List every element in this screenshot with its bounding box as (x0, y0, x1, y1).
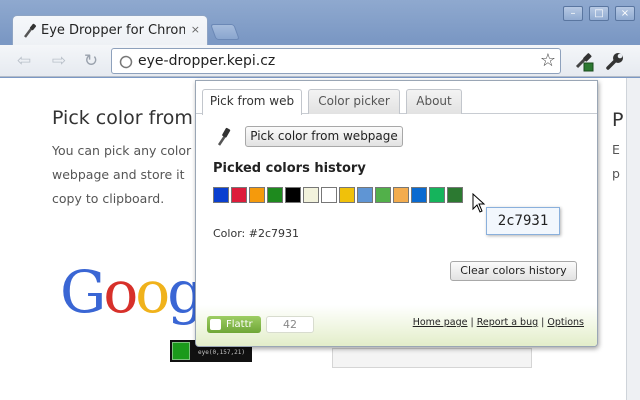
flattr-label: Flattr (226, 319, 253, 330)
flattr-icon (210, 319, 221, 330)
pick-color-button[interactable]: Pick color from webpage (245, 126, 403, 147)
tab-color-picker[interactable]: Color picker (308, 89, 400, 114)
mouse-cursor-icon (472, 193, 486, 213)
toolbar: ⇦ ⇨ ↻ eye-dropper.kepi.cz ☆ (0, 45, 640, 77)
color-swatch[interactable] (213, 187, 229, 203)
wrench-menu-icon[interactable] (604, 50, 626, 72)
home-page-link[interactable]: Home page (413, 317, 468, 328)
eyedropper-extension-icon[interactable] (573, 50, 595, 72)
google-logo-letter: o (103, 258, 138, 326)
page-description: You can pick any color webpage and store… (52, 139, 197, 211)
google-logo: Goog (60, 258, 204, 326)
eyedropper-icon (217, 127, 231, 146)
history-heading: Picked colors history (213, 161, 366, 176)
color-tooltip: 2c7931 (486, 207, 560, 235)
right-text-line: E (612, 142, 620, 157)
color-swatch[interactable] (231, 187, 247, 203)
forward-icon[interactable]: ⇨ (48, 51, 70, 71)
report-bug-link[interactable]: Report a bug (477, 317, 538, 328)
color-swatch[interactable] (267, 187, 283, 203)
page-heading: Pick color from (52, 107, 193, 129)
background-box (332, 348, 532, 368)
flattr-button[interactable]: Flattr (207, 316, 261, 333)
maximize-button[interactable]: □ (589, 6, 609, 21)
scrollbar[interactable] (626, 78, 640, 400)
right-heading: P (612, 109, 624, 131)
footer-links: Home page | Report a bug | Options (412, 317, 584, 328)
tab-pick-from-web[interactable]: Pick from web (202, 89, 302, 115)
google-logo-letter: G (60, 258, 106, 326)
url-text: eye-dropper.kepi.cz (138, 53, 276, 69)
color-swatch[interactable] (375, 187, 391, 203)
window-close-button[interactable]: × (615, 6, 635, 21)
magnifier-swatch (172, 342, 190, 360)
right-text-line: p (612, 166, 620, 181)
color-swatch[interactable] (357, 187, 373, 203)
right-text: E p (612, 138, 620, 186)
color-swatch[interactable] (249, 187, 265, 203)
popup-footer: Flattr 42 Home page | Report a bug | Options (196, 305, 597, 346)
color-swatch[interactable] (303, 187, 319, 203)
magnifier-text: eye(0,157,21) (198, 349, 245, 356)
flattr-count: 42 (266, 316, 314, 333)
tab-about[interactable]: About (406, 89, 462, 114)
back-icon[interactable]: ⇦ (13, 51, 35, 71)
tab-title: Eye Dropper for Chrome (41, 23, 185, 38)
color-swatch[interactable] (285, 187, 301, 203)
color-swatch[interactable] (339, 187, 355, 203)
color-swatch[interactable] (321, 187, 337, 203)
reload-icon[interactable]: ↻ (80, 51, 102, 71)
browser-tab[interactable]: Eye Dropper for Chrome × (12, 15, 208, 45)
page-description-line: webpage and store it (52, 167, 185, 182)
minimize-button[interactable]: – (563, 6, 583, 21)
options-link[interactable]: Options (547, 317, 584, 328)
new-tab-button[interactable] (210, 24, 240, 40)
address-bar[interactable]: eye-dropper.kepi.cz ☆ (111, 48, 561, 74)
color-history (213, 187, 465, 204)
page-description-line: copy to clipboard. (52, 191, 165, 206)
selected-color-label: Color: #2c7931 (213, 227, 299, 240)
clear-history-button[interactable]: Clear colors history (450, 261, 577, 281)
tab-close-icon[interactable]: × (191, 23, 200, 36)
eyedropper-favicon-icon (24, 23, 37, 38)
google-logo-letter: o (135, 258, 170, 326)
page-icon (119, 55, 133, 69)
popup-tabs: Pick from web Color picker About (196, 81, 597, 115)
bookmark-star-icon[interactable]: ☆ (540, 50, 556, 71)
color-swatch-selected[interactable] (447, 187, 463, 203)
page-description-line: You can pick any color (52, 143, 192, 158)
color-swatch[interactable] (429, 187, 445, 203)
color-swatch[interactable] (411, 187, 427, 203)
color-swatch[interactable] (393, 187, 409, 203)
